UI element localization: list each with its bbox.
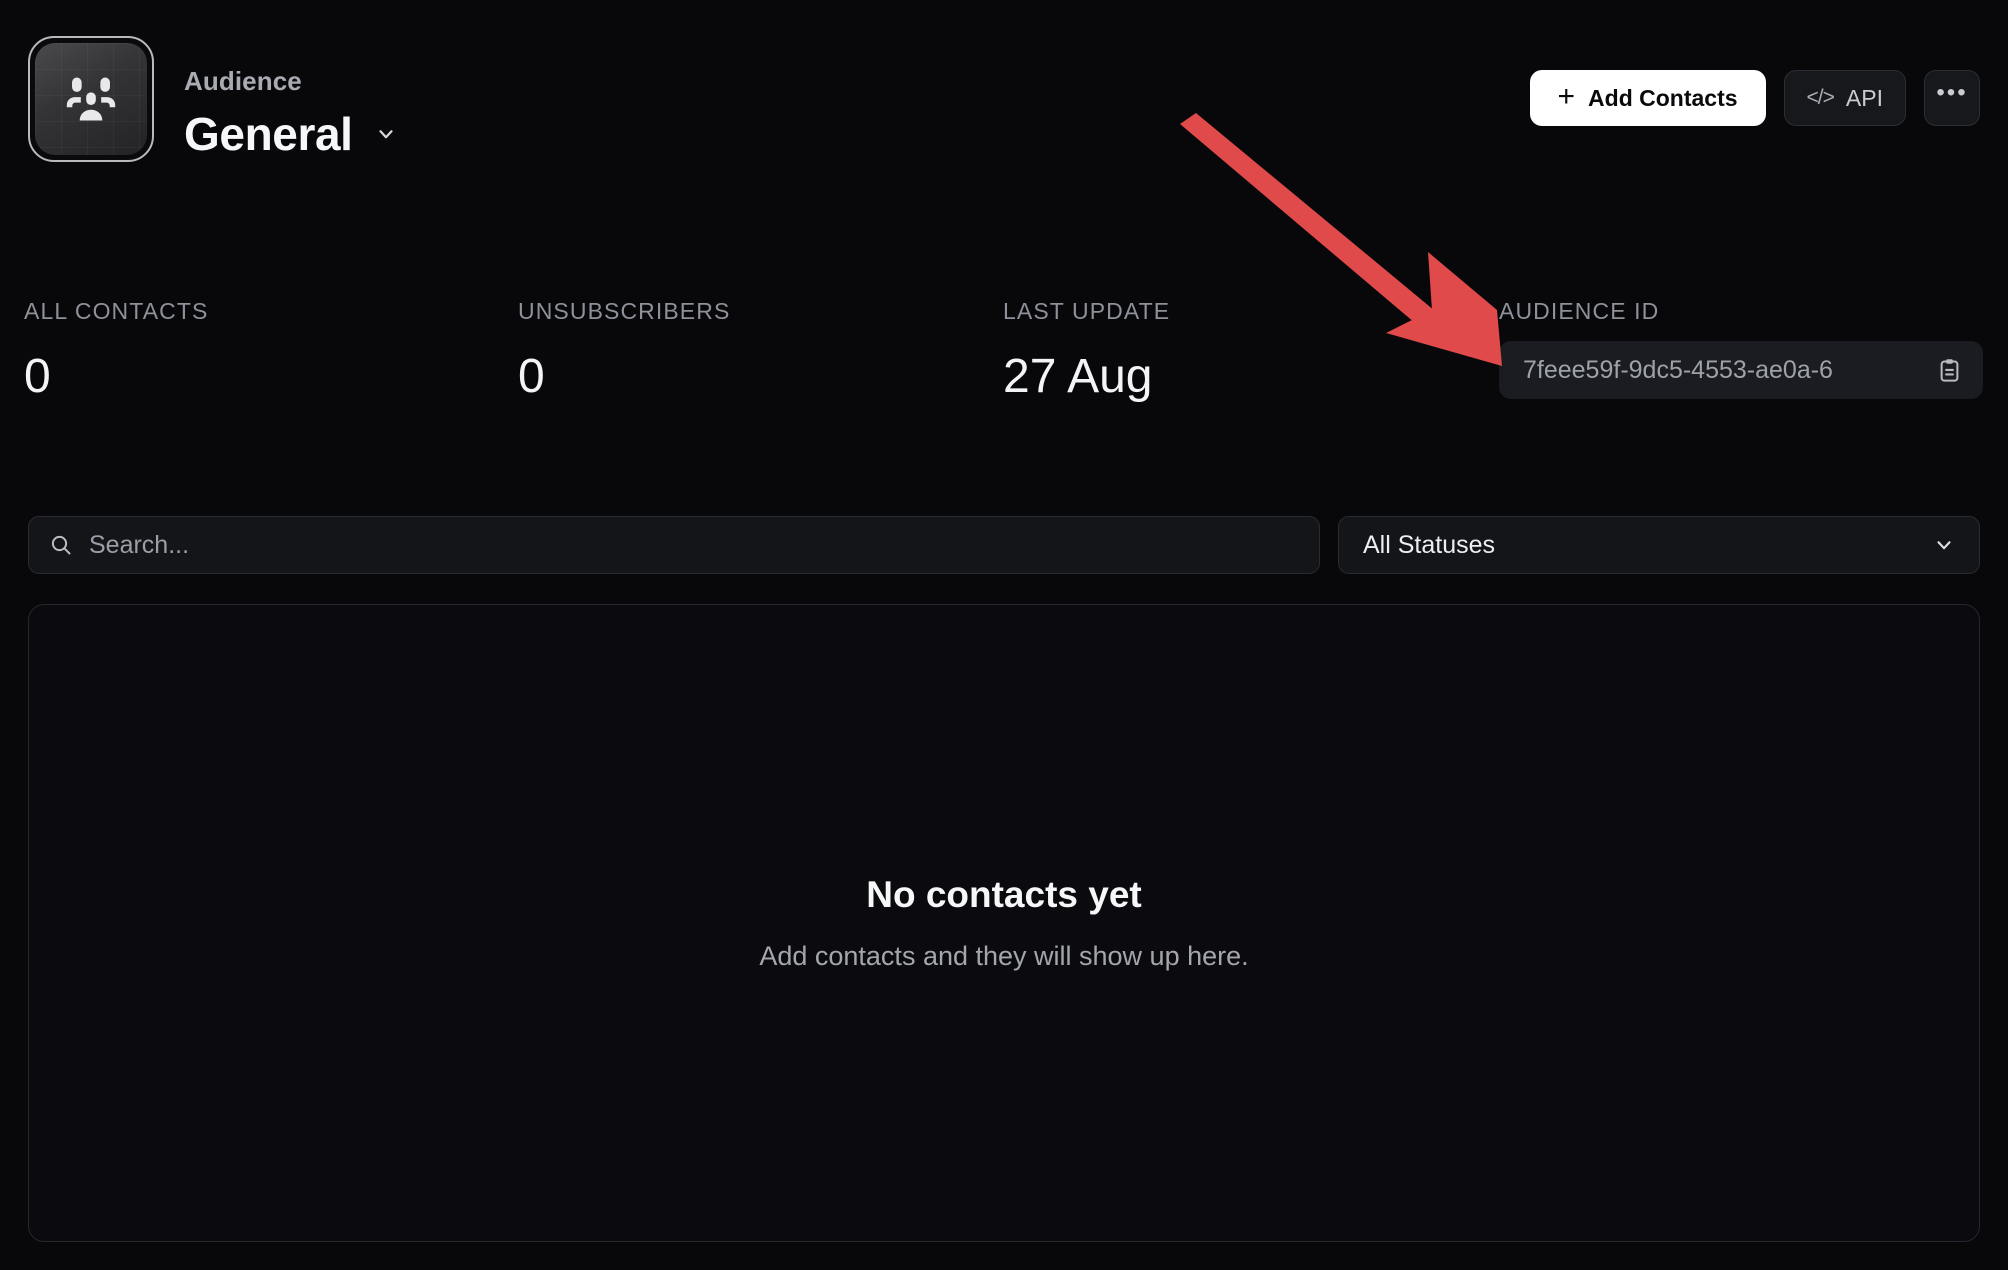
empty-state-subtitle: Add contacts and they will show up here. (759, 943, 1248, 970)
page-header: Audience General + Add Contacts </> API … (0, 0, 2008, 200)
status-filter-value: All Statuses (1363, 531, 1495, 560)
header-actions: + Add Contacts </> API ••• (1530, 70, 1980, 126)
contacts-panel: No contacts yet Add contacts and they wi… (28, 604, 1980, 1242)
add-contacts-label: Add Contacts (1588, 85, 1738, 112)
filter-bar: All Statuses (28, 516, 1980, 574)
empty-state-title: No contacts yet (866, 876, 1142, 913)
clipboard-copy-icon[interactable] (1936, 357, 1963, 384)
code-brackets-icon: </> (1807, 86, 1834, 110)
chevron-down-icon (375, 123, 397, 145)
stat-value: 0 (24, 353, 208, 401)
stat-value: 27 Aug (1003, 353, 1170, 401)
audience-switcher[interactable]: General (184, 110, 397, 158)
page-eyebrow: Audience (184, 68, 397, 94)
status-filter-select[interactable]: All Statuses (1338, 516, 1980, 574)
search-icon (49, 533, 73, 557)
stat-value: 0 (518, 353, 730, 401)
stat-label: ALL CONTACTS (24, 300, 208, 323)
api-label: API (1846, 85, 1883, 112)
ellipsis-icon: ••• (1936, 79, 1967, 107)
avatar-tile-inner (35, 43, 147, 155)
audience-avatar (28, 36, 154, 162)
audience-title-block: Audience General (184, 68, 397, 158)
search-field[interactable] (28, 516, 1320, 574)
api-button[interactable]: </> API (1784, 70, 1906, 126)
stat-label: LAST UPDATE (1003, 300, 1170, 323)
stat-all-contacts: ALL CONTACTS 0 (24, 300, 208, 401)
stat-last-update: LAST UPDATE 27 Aug (1003, 300, 1170, 401)
add-contacts-button[interactable]: + Add Contacts (1530, 70, 1766, 126)
audience-page: Audience General + Add Contacts </> API … (0, 0, 2008, 1270)
more-options-button[interactable]: ••• (1924, 70, 1980, 126)
chevron-down-icon (1933, 534, 1955, 556)
stat-unsubscribers: UNSUBSCRIBERS 0 (518, 300, 730, 401)
stat-label: UNSUBSCRIBERS (518, 300, 730, 323)
search-input[interactable] (89, 531, 1299, 560)
audience-id-label: AUDIENCE ID (1499, 300, 1983, 323)
stats-row: ALL CONTACTS 0 UNSUBSCRIBERS 0 LAST UPDA… (0, 300, 2008, 430)
users-group-icon (58, 66, 124, 132)
stat-audience-id: AUDIENCE ID 7feee59f-9dc5-4553-ae0a-6 (1499, 300, 1983, 399)
plus-icon: + (1558, 82, 1576, 112)
page-title: General (184, 110, 353, 158)
audience-id-value: 7feee59f-9dc5-4553-ae0a-6 (1523, 356, 1833, 385)
audience-id-pill[interactable]: 7feee59f-9dc5-4553-ae0a-6 (1499, 341, 1983, 399)
